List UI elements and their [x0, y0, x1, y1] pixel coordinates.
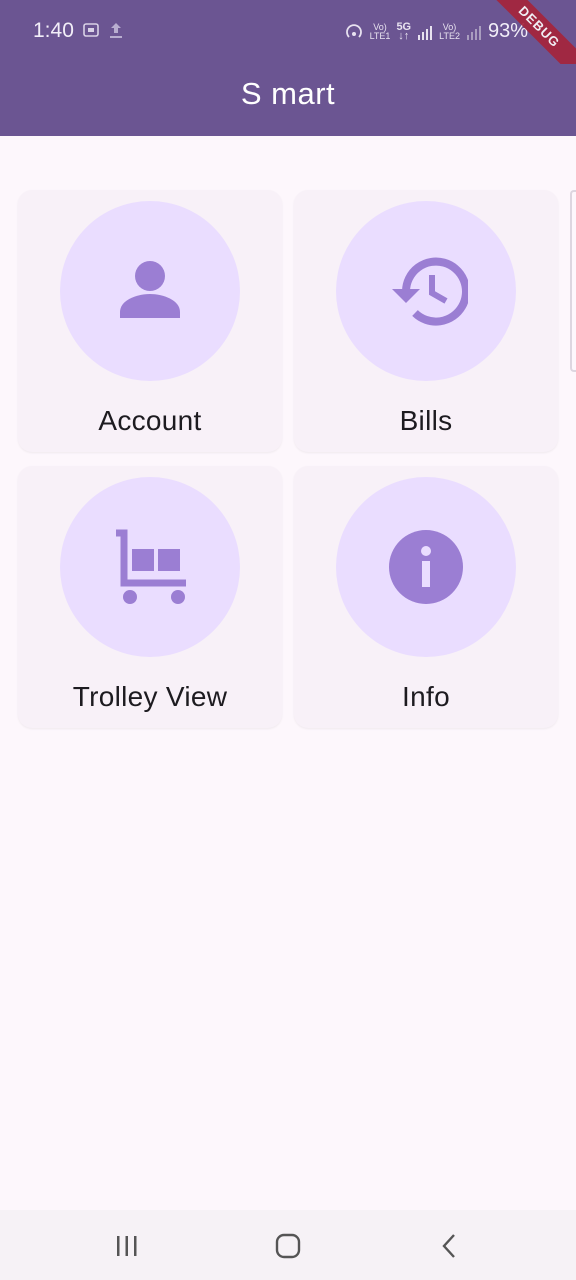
info-card[interactable]: Info [294, 466, 558, 728]
menu-grid: Account Bills Trolley View Info [18, 190, 558, 728]
bills-icon-circle [336, 201, 516, 381]
page-title: S mart [240, 76, 336, 111]
upload-icon [110, 23, 122, 38]
trolley-view-label: Trolley View [72, 681, 228, 712]
account-label: Account [98, 405, 202, 436]
recents-icon [117, 1236, 137, 1256]
trolley-icon [116, 529, 186, 604]
screenshot-icon [83, 23, 99, 37]
signal-icon [418, 25, 433, 40]
bills-label: Bills [399, 405, 453, 436]
recents-button[interactable] [107, 1228, 147, 1264]
info-icon [389, 530, 463, 604]
status-bar: 1:40 Vo) LTE1 5G ↓↑ Vo) LTE2 93% DEBUG [0, 0, 576, 88]
scroll-indicator [570, 190, 576, 372]
info-icon-circle [336, 477, 516, 657]
status-icons-left [82, 21, 124, 39]
trolley-icon-circle [60, 477, 240, 657]
status-icons-right: Vo) LTE1 5G ↓↑ Vo) LTE2 93% [344, 20, 528, 43]
hotspot-icon [345, 23, 362, 38]
history-icon [392, 257, 468, 326]
app-bar: S mart [0, 64, 576, 136]
home-icon [275, 1233, 301, 1259]
home-button[interactable] [268, 1228, 308, 1264]
back-button[interactable] [430, 1228, 470, 1264]
account-icon-circle [60, 201, 240, 381]
info-label: Info [402, 681, 450, 712]
person-icon [120, 261, 180, 318]
back-icon [442, 1234, 455, 1258]
volte-lte2-icon: Vo) LTE2 [439, 21, 460, 41]
system-nav-bar [0, 1210, 576, 1280]
trolley-view-card[interactable]: Trolley View [18, 466, 282, 728]
status-time: 1:40 [33, 19, 74, 42]
5g-icon: 5G ↓↑ [396, 20, 412, 42]
signal-icon [466, 25, 481, 40]
bills-card[interactable]: Bills [294, 190, 558, 452]
account-card[interactable]: Account [18, 190, 282, 452]
volte-lte1-icon: Vo) LTE1 [369, 21, 391, 41]
